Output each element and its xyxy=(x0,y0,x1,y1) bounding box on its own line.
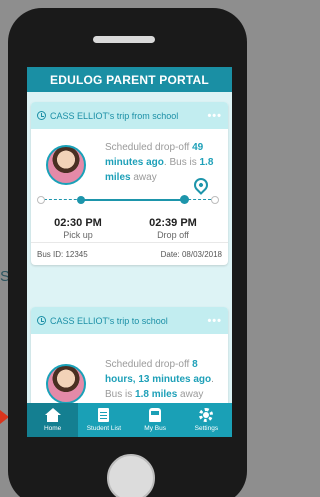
tab-label: Home xyxy=(43,425,62,432)
gear-icon xyxy=(199,408,214,422)
student-avatar xyxy=(46,145,86,185)
schedule-status: Scheduled drop-off 8 hours, 13 minutes a… xyxy=(105,357,223,402)
dropoff-time: 02:39 PM xyxy=(149,217,197,229)
home-icon xyxy=(44,408,61,415)
tab-my-bus[interactable]: My Bus xyxy=(130,403,181,437)
track-start-dot xyxy=(37,196,45,204)
tab-settings[interactable]: Settings xyxy=(181,403,232,437)
trip-card-footer: Bus ID: 12345 Date: 08/03/2018 xyxy=(31,242,228,265)
bus-icon xyxy=(149,408,162,422)
phone-speaker xyxy=(93,36,155,43)
phone-home-button[interactable] xyxy=(107,454,155,497)
schedule-prefix: Scheduled drop-off xyxy=(105,359,193,370)
trip-title: CASS ELLIOT's trip from school xyxy=(50,110,179,121)
schedule-mid: . Bus is xyxy=(163,157,200,168)
bottom-tab-bar: Home Student List My Bus Settings xyxy=(27,403,232,437)
app-screen: EDULOG PARENT PORTAL CASS ELLIOT's trip … xyxy=(27,67,232,437)
app-header: EDULOG PARENT PORTAL xyxy=(27,67,232,92)
clock-icon xyxy=(37,111,46,120)
schedule-suffix: away xyxy=(177,389,204,400)
track-progress-line xyxy=(79,199,185,201)
track-end-dot xyxy=(211,196,219,204)
home-icon-base xyxy=(47,415,59,422)
dropoff-label: Drop off xyxy=(157,230,189,240)
tab-home[interactable]: Home xyxy=(27,403,79,437)
tab-student-list[interactable]: Student List xyxy=(78,403,129,437)
bus-id: Bus ID: 12345 xyxy=(37,249,88,259)
more-options-icon[interactable]: ••• xyxy=(207,315,222,327)
trip-card-header: CASS ELLIOT's trip from school ••• xyxy=(31,102,228,129)
tab-label: My Bus xyxy=(144,425,166,432)
trip-card[interactable]: CASS ELLIOT's trip from school ••• Sched… xyxy=(31,102,228,265)
bus-distance: 1.8 miles xyxy=(135,389,178,400)
schedule-suffix: away xyxy=(130,172,157,183)
pickup-dot xyxy=(77,196,85,204)
more-options-icon[interactable]: ••• xyxy=(207,110,222,122)
clock-icon xyxy=(37,316,46,325)
tab-label: Student List xyxy=(86,425,122,432)
student-avatar xyxy=(46,364,86,404)
pickup-time: 02:30 PM xyxy=(54,217,102,229)
schedule-prefix: Scheduled drop-off xyxy=(105,142,193,153)
pickup-label: Pick up xyxy=(63,230,93,240)
dropoff-dot xyxy=(180,195,189,204)
trip-title: CASS ELLIOT's trip to school xyxy=(50,315,168,326)
trip-card-header: CASS ELLIOT's trip to school ••• xyxy=(31,307,228,334)
trip-date: Date: 08/03/2018 xyxy=(160,249,222,259)
list-icon xyxy=(98,408,110,422)
schedule-status: Scheduled drop-off 49 minutes ago. Bus i… xyxy=(105,140,223,185)
trip-progress-track xyxy=(37,175,219,210)
app-title: EDULOG PARENT PORTAL xyxy=(50,72,209,87)
tab-label: Settings xyxy=(194,425,219,432)
